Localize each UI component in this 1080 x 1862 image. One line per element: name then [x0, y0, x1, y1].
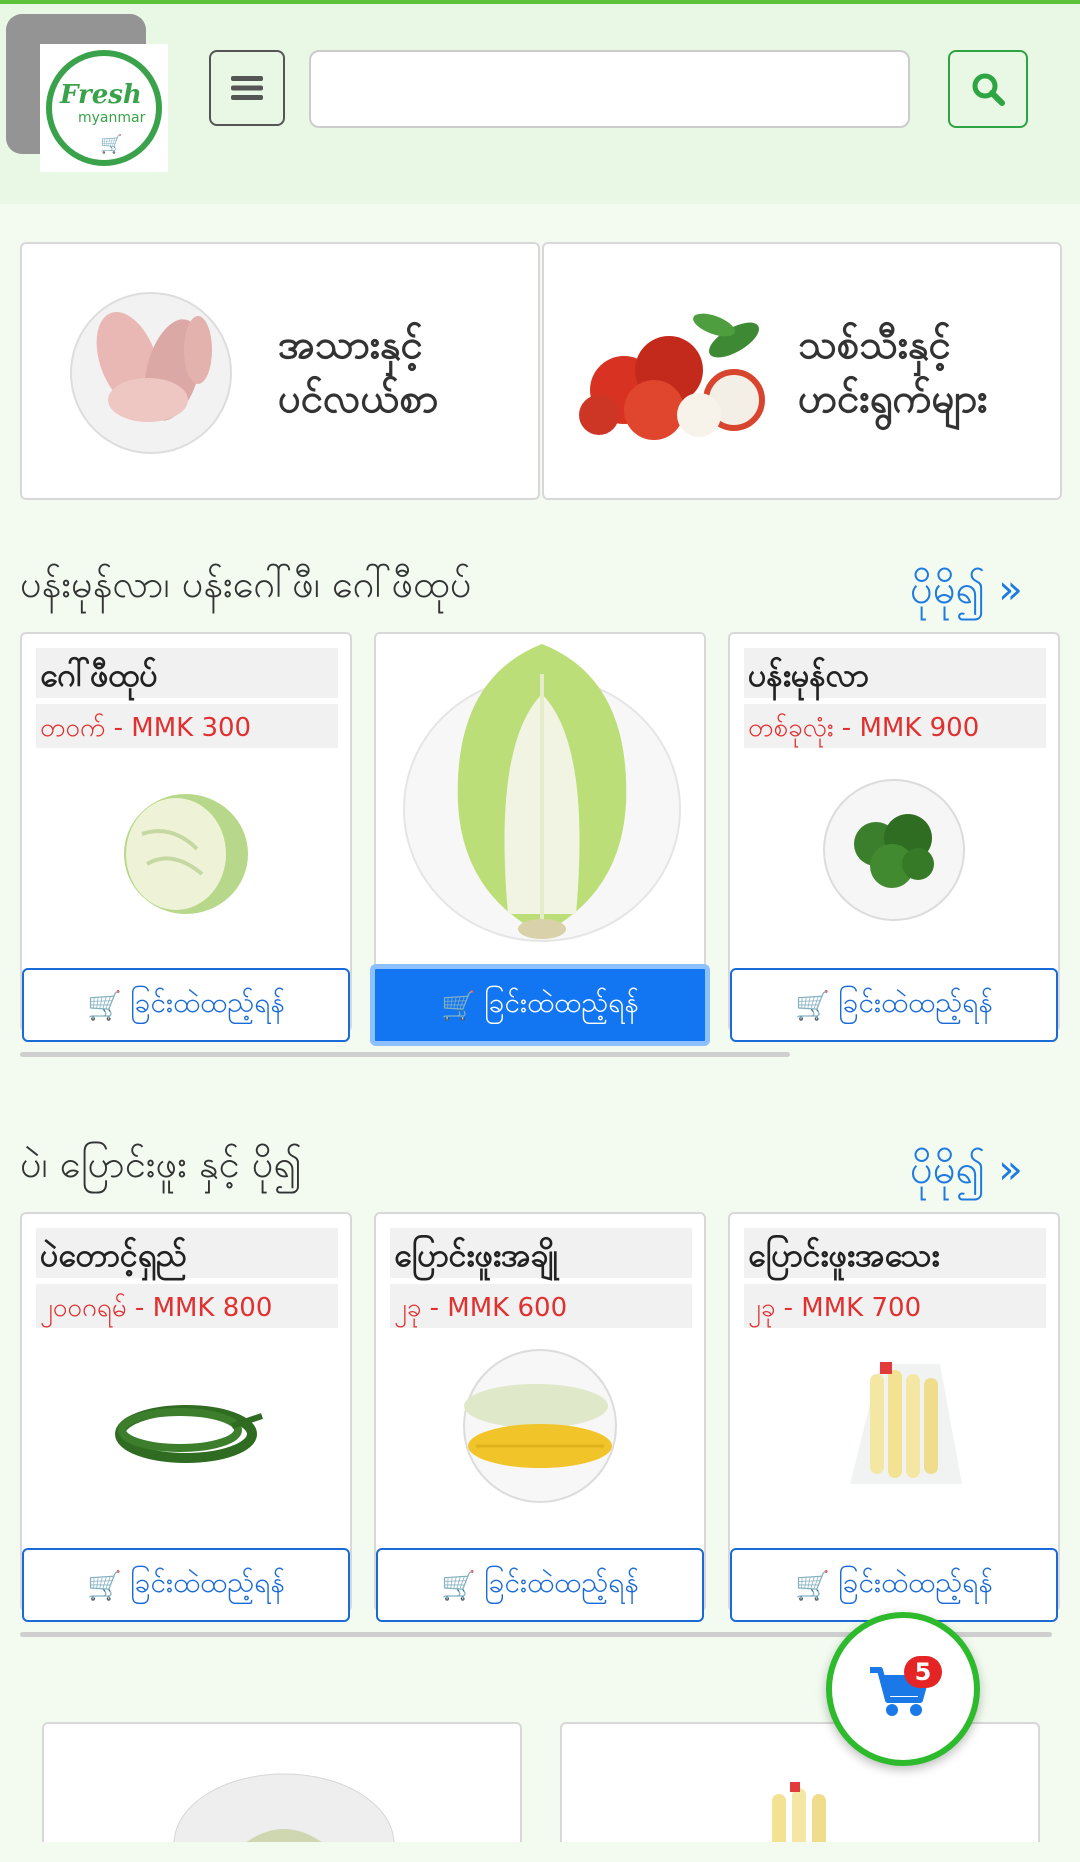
- add-to-cart-label: ခြင်းထဲထည့်ရန်: [838, 986, 993, 1019]
- header-bar: Fresh myanmar 🛒: [0, 4, 1080, 204]
- site-logo[interactable]: Fresh myanmar 🛒: [40, 44, 168, 172]
- broccoli-image: [823, 779, 965, 921]
- section-title: ပန်းမုန်လာ၊ ပန်းဂေါ်ဖီ၊ ဂေါ်ဖီထုပ်: [20, 562, 472, 606]
- cabbage-image: [124, 794, 248, 914]
- see-more-link[interactable]: ပိုမို၍ »: [910, 1144, 1023, 1203]
- category-card-meat[interactable]: အသားနှင့် ပင်လယ်စာ: [20, 242, 540, 500]
- product-price: တဝက် - MMK 300: [36, 704, 338, 748]
- cart-icon: 🛒: [87, 1568, 122, 1602]
- product-price: ၂၀၀ဂရမ် - MMK 800: [36, 1284, 338, 1328]
- category-card-fruit-veg[interactable]: သစ်သီးနှင့် ဟင်းရွက်များ: [542, 242, 1062, 500]
- logo-text-sub: myanmar: [78, 110, 146, 126]
- chinese-cabbage-image: [403, 644, 681, 942]
- product-name: ပြောင်းဖူးအသေး: [744, 1228, 1046, 1278]
- product-price: ၂ခု - MMK 600: [390, 1284, 692, 1328]
- product-card[interactable]: [42, 1722, 522, 1862]
- product-name: ပန်းမုန်လာ: [744, 648, 1046, 698]
- add-to-cart-label: ခြင်းထဲထည့်ရန်: [484, 1566, 639, 1599]
- add-to-cart-button[interactable]: 🛒 ခြင်းထဲထည့်ရန်: [730, 968, 1058, 1042]
- cart-count-badge: 5: [904, 1656, 942, 1688]
- add-to-cart-button[interactable]: 🛒 ခြင်းထဲထည့်ရန်: [370, 964, 710, 1046]
- product-card[interactable]: ပြောင်းဖူးအချို ၂ခု - MMK 600 🛒 ခြင်းထဲထ…: [374, 1212, 706, 1622]
- long-beans-image: [115, 1405, 263, 1463]
- cart-icon: 🛒: [795, 988, 830, 1022]
- category-label-line2: ဟင်းရွက်များ: [798, 376, 988, 422]
- add-to-cart-label: ခြင်းထဲထည့်ရန်: [130, 1566, 285, 1599]
- product-card[interactable]: ပြောင်းဖူးအသေး ၂ခု - MMK 700 🛒 ခြင်းထဲထည…: [728, 1212, 1060, 1622]
- category-label-line2: ပင်လယ်စာ: [278, 376, 439, 422]
- add-to-cart-button[interactable]: 🛒 ခြင်းထဲထည့်ရန်: [22, 1548, 350, 1622]
- logo-text-main: Fresh: [60, 80, 142, 110]
- search-input[interactable]: [309, 50, 910, 128]
- add-to-cart-label: ခြင်းထဲထည့်ရန်: [130, 986, 285, 1019]
- baby-corn-image: [850, 1362, 962, 1484]
- product-price: တစ်ခုလုံး - MMK 900: [744, 704, 1046, 748]
- product-name: ပြောင်းဖူးအချို: [390, 1228, 692, 1278]
- product-name: ဂေါ်ဖီထုပ်: [36, 648, 338, 698]
- product-price: ၂ခု - MMK 700: [744, 1284, 1046, 1328]
- add-to-cart-button[interactable]: 🛒 ခြင်းထဲထည့်ရန်: [730, 1548, 1058, 1622]
- meat-image: [70, 292, 232, 454]
- add-to-cart-label: ခြင်းထဲထည့်ရန်: [484, 986, 639, 1019]
- hamburger-icon: [231, 76, 263, 100]
- rambutan-image: [579, 313, 765, 440]
- cart-icon: 🛒: [87, 988, 122, 1022]
- product-card[interactable]: 🛒 ခြင်းထဲထည့်ရန်: [370, 632, 710, 1046]
- bottom-edge: [0, 1842, 1080, 1862]
- logo-cart-icon: 🛒: [100, 134, 123, 155]
- product-card[interactable]: ပဲတောင့်ရှည် ၂၀၀ဂရမ် - MMK 800 🛒 ခြင်းထဲ…: [20, 1212, 352, 1622]
- category-label-line1: သစ်သီးနှင့်: [798, 322, 951, 368]
- add-to-cart-label: ခြင်းထဲထည့်ရန်: [838, 1566, 993, 1599]
- product-name: ပဲတောင့်ရှည်: [36, 1228, 338, 1278]
- product-card[interactable]: [560, 1722, 1040, 1862]
- category-label-line1: အသားနှင့်: [278, 322, 423, 368]
- see-more-link[interactable]: ပိုမို၍ »: [910, 564, 1023, 623]
- menu-button[interactable]: [209, 50, 285, 126]
- sweet-corn-image: [463, 1349, 617, 1503]
- add-to-cart-button[interactable]: 🛒 ခြင်းထဲထည့်ရန်: [22, 968, 350, 1042]
- add-to-cart-button[interactable]: 🛒 ခြင်းထဲထည့်ရန်: [376, 1548, 704, 1622]
- product-card[interactable]: ပန်းမုန်လာ တစ်ခုလုံး - MMK 900 🛒 ခြင်းထဲ…: [728, 632, 1060, 1042]
- floating-cart-button[interactable]: 5: [826, 1612, 980, 1766]
- product-card[interactable]: ဂေါ်ဖီထုပ် တဝက် - MMK 300 🛒 ခြင်းထဲထည့်ရ…: [20, 632, 352, 1042]
- cart-icon: 🛒: [441, 988, 476, 1022]
- cart-icon: 🛒: [441, 1568, 476, 1602]
- cart-icon: 🛒: [795, 1568, 830, 1602]
- search-button[interactable]: [948, 50, 1028, 128]
- search-icon: [972, 73, 1005, 106]
- horizontal-scrollbar[interactable]: [20, 1052, 790, 1057]
- section-title: ပဲ၊ ပြောင်းဖူး နှင့် ပို၍: [20, 1142, 302, 1186]
